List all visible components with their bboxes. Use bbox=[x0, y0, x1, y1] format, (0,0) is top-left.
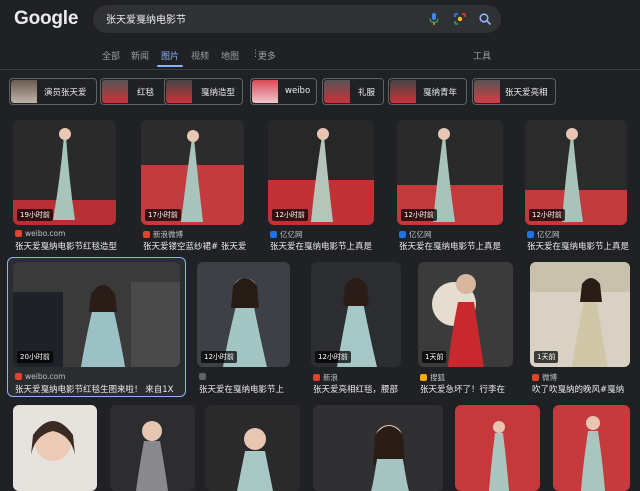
result-title[interactable]: 张天爱在戛纳电影节上真是 bbox=[270, 240, 384, 252]
tab-videos[interactable]: 视频 bbox=[191, 49, 209, 62]
result-source: 新浪微博 bbox=[143, 229, 183, 240]
chip-thumbnail bbox=[102, 80, 128, 103]
mic-icon[interactable] bbox=[427, 12, 441, 26]
chip-appearance[interactable]: 张天爱亮相 bbox=[472, 78, 556, 105]
time-badge: 12小时前 bbox=[315, 351, 351, 363]
result-title[interactable]: 张天爱镂空蓝纱裙# 张天爱 bbox=[143, 240, 253, 252]
chip-label: 礼服 bbox=[358, 88, 376, 98]
result-title[interactable]: 张天爱急坏了！行李在 bbox=[420, 383, 518, 395]
time-badge: 17小时前 bbox=[145, 209, 181, 221]
chip-label: 戛纳青年 bbox=[423, 88, 458, 98]
tab-more[interactable]: 更多 bbox=[258, 49, 276, 62]
result-image[interactable]: 12小时前 bbox=[268, 120, 374, 225]
result-source: 新浪 bbox=[313, 372, 338, 383]
chip-thumbnail bbox=[166, 80, 192, 103]
chip-gown[interactable]: 礼服 bbox=[322, 78, 384, 105]
result-image[interactable]: 12小时前 bbox=[311, 262, 401, 367]
result-title[interactable]: 吹了吹戛纳的晚风#戛纳 bbox=[532, 383, 632, 395]
source-favicon-icon bbox=[313, 374, 320, 381]
active-tab-indicator bbox=[157, 65, 183, 67]
source-favicon-icon bbox=[199, 373, 206, 380]
time-badge: 12小时前 bbox=[201, 351, 237, 363]
source-favicon-icon bbox=[143, 231, 150, 238]
time-badge: 1天前 bbox=[422, 351, 447, 363]
lens-icon[interactable] bbox=[453, 12, 467, 26]
result-image[interactable]: 12小时前 bbox=[197, 262, 290, 367]
result-image[interactable] bbox=[313, 405, 443, 491]
result-source: weibo.com bbox=[15, 372, 65, 381]
result-source: 微博 bbox=[532, 372, 557, 383]
search-bar[interactable]: 张天爱戛纳电影节 bbox=[93, 5, 501, 33]
result-source: 亿亿网 bbox=[399, 229, 432, 240]
search-icon[interactable] bbox=[478, 12, 492, 26]
tab-images[interactable]: 图片 bbox=[161, 49, 179, 62]
source-favicon-icon bbox=[532, 374, 539, 381]
header-divider bbox=[0, 69, 640, 70]
result-title[interactable]: 张天爱在戛纳电影节上真是 bbox=[399, 240, 513, 252]
chip-label: 红毯 bbox=[137, 88, 155, 98]
chip-label: weibo bbox=[285, 86, 311, 96]
result-title[interactable]: 张天爱在戛纳电影节上 bbox=[199, 383, 301, 395]
search-input[interactable]: 张天爱戛纳电影节 bbox=[106, 11, 186, 26]
result-title[interactable]: 张天爱戛纳电影节红毯造型 bbox=[15, 240, 119, 252]
source-favicon-icon bbox=[15, 230, 22, 237]
result-image[interactable]: 12小时前 bbox=[397, 120, 503, 225]
result-source bbox=[199, 372, 209, 381]
source-favicon-icon bbox=[270, 231, 277, 238]
chip-label: 戛纳造型 bbox=[201, 88, 236, 98]
result-image[interactable]: 12小时前 bbox=[525, 120, 627, 225]
result-source: weibo.com bbox=[15, 229, 65, 238]
result-image[interactable] bbox=[553, 405, 630, 491]
result-image[interactable]: 1天前 bbox=[418, 262, 513, 367]
chip-cannes-look[interactable]: 戛纳造型 bbox=[164, 78, 243, 105]
tools-button[interactable]: 工具 bbox=[473, 49, 491, 62]
result-source: 亿亿网 bbox=[527, 229, 560, 240]
source-favicon-icon bbox=[15, 373, 22, 380]
time-badge: 20小时前 bbox=[17, 351, 53, 363]
tab-all[interactable]: 全部 bbox=[102, 49, 120, 62]
chip-thumbnail bbox=[474, 80, 500, 103]
time-badge: 19小时前 bbox=[17, 209, 53, 221]
result-title[interactable]: 张天爱戛纳电影节红毯生图来啦！ 来自1X bbox=[15, 383, 183, 395]
google-logo[interactable]: Google bbox=[14, 8, 78, 30]
time-badge: 12小时前 bbox=[272, 209, 308, 221]
result-image[interactable] bbox=[13, 405, 97, 491]
source-favicon-icon bbox=[399, 231, 406, 238]
chip-red-carpet[interactable]: 红毯 bbox=[100, 78, 168, 105]
chip-thumbnail bbox=[11, 80, 37, 103]
chip-weibo[interactable]: weibo bbox=[250, 78, 317, 105]
result-image[interactable] bbox=[110, 405, 195, 491]
search-tabs: 全部 新闻 图片 视频 地图 ⋮ 更多 工具 bbox=[0, 46, 640, 68]
chip-thumbnail bbox=[252, 80, 278, 103]
source-favicon-icon bbox=[527, 231, 534, 238]
time-badge: 12小时前 bbox=[401, 209, 437, 221]
chip-thumbnail bbox=[324, 80, 350, 103]
time-badge: 12小时前 bbox=[529, 209, 565, 221]
chip-thumbnail bbox=[390, 80, 416, 103]
chip-label: 演员张天爱 bbox=[44, 88, 87, 98]
time-badge: 1天前 bbox=[534, 351, 559, 363]
result-image[interactable]: 19小时前 bbox=[13, 120, 116, 225]
result-title[interactable]: 张天爱亮相红毯，腰部 bbox=[313, 383, 409, 395]
result-image[interactable]: 1天前 bbox=[530, 262, 630, 367]
tab-maps[interactable]: 地图 bbox=[221, 49, 239, 62]
result-image[interactable]: 17小时前 bbox=[141, 120, 244, 225]
result-title[interactable]: 张天爱在戛纳电影节上真是 bbox=[527, 240, 635, 252]
result-image[interactable] bbox=[455, 405, 540, 491]
chip-actress[interactable]: 演员张天爱 bbox=[9, 78, 97, 105]
chip-cannes-youth[interactable]: 戛纳青年 bbox=[388, 78, 467, 105]
result-source: 亿亿网 bbox=[270, 229, 303, 240]
result-image[interactable] bbox=[205, 405, 300, 491]
tab-news[interactable]: 新闻 bbox=[131, 49, 149, 62]
result-image[interactable]: 20小时前 bbox=[13, 262, 180, 367]
chip-label: 张天爱亮相 bbox=[505, 88, 548, 98]
source-favicon-icon bbox=[420, 374, 427, 381]
result-source: 搜狐 bbox=[420, 372, 445, 383]
